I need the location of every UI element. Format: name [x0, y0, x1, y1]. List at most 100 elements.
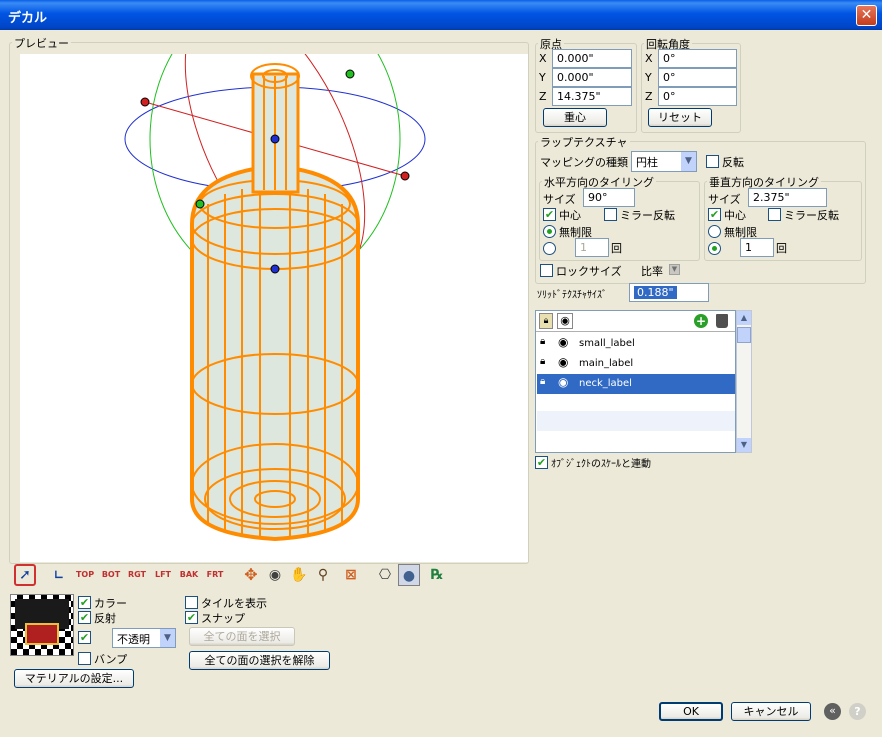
horizontal-count-field[interactable]: 1 [575, 238, 609, 257]
add-layer-icon[interactable]: + [694, 314, 708, 328]
view-front-button[interactable]: FRT [204, 564, 226, 586]
bump-checkbox[interactable] [78, 652, 91, 665]
vertical-center-checkbox[interactable]: ✔ [708, 208, 721, 221]
zoom-extents-icon[interactable]: ⊠ [340, 564, 362, 586]
preview-toolbar: ➚ ∟ TOP BOT RGT LFT BAK FRT ✥ ◉ ✋ ⚲ ⊠ ⎔ … [14, 564, 474, 588]
vertical-infinite-radio[interactable] [708, 225, 721, 238]
origin-x-field[interactable]: 0.000" [552, 49, 632, 68]
help-icon[interactable]: ? [849, 703, 866, 720]
lock-size-checkbox[interactable] [540, 264, 553, 277]
material-thumbnail[interactable] [10, 594, 74, 656]
horizontal-count-radio[interactable] [543, 242, 556, 255]
view-top-button[interactable]: TOP [74, 564, 96, 586]
color-label: カラー [94, 597, 127, 610]
scroll-down-icon[interactable]: ▼ [737, 438, 751, 452]
horizontal-mirror-checkbox[interactable] [604, 208, 617, 221]
axis-view-tool[interactable]: ∟ [48, 564, 70, 586]
look-eye-icon[interactable]: ◉ [264, 564, 286, 586]
select-arrow-tool[interactable]: ➚ [14, 564, 36, 586]
chevron-down-icon: ▼ [160, 629, 175, 647]
select-all-faces-button[interactable]: 全ての面を選択 [189, 627, 295, 646]
pan-hand-icon[interactable]: ✋ [288, 564, 310, 586]
rotation-y-label: Y [645, 71, 652, 84]
view-left-button[interactable]: LFT [152, 564, 174, 586]
rotation-x-field[interactable]: 0° [658, 49, 737, 68]
view-bottom-button[interactable]: BOT [100, 564, 122, 586]
view-back-button[interactable]: BAK [178, 564, 200, 586]
vertical-size-label: サイズ [708, 193, 741, 206]
solid-texture-size-label: ｿﾘｯﾄﾞﾃｸｽﾁｬｻｲｽﾞ [537, 290, 607, 301]
eye-icon[interactable]: ◉ [557, 313, 573, 329]
lock-icon[interactable]: 🔒︎ [540, 336, 545, 347]
horizontal-center-checkbox[interactable]: ✔ [543, 208, 556, 221]
reset-rotation-button[interactable]: リセット [648, 108, 712, 127]
vertical-count-radio[interactable] [708, 242, 721, 255]
origin-z-label: Z [539, 90, 547, 103]
lock-icon[interactable]: 🔒︎ [540, 356, 545, 367]
rotation-y-field[interactable]: 0° [658, 68, 737, 87]
shaded-sphere-icon[interactable]: ● [398, 564, 420, 586]
origin-y-field[interactable]: 0.000" [552, 68, 632, 87]
solid-texture-size-field[interactable]: 0.188" [629, 283, 709, 302]
view-right-button[interactable]: RGT [126, 564, 148, 586]
close-button[interactable]: ✕ [856, 5, 877, 26]
bottle-3d-preview [124, 54, 426, 542]
vertical-mirror-label: ミラー反転 [784, 209, 839, 222]
opacity-checkbox[interactable]: ✔ [78, 631, 91, 644]
origin-z-field[interactable]: 14.375" [552, 87, 632, 106]
zoom-magnifier-icon[interactable]: ⚲ [312, 564, 334, 586]
vertical-count-field[interactable]: 1 [740, 238, 774, 257]
wrap-texture-label: ラップテクスチャ [538, 134, 630, 150]
eye-icon[interactable]: ◉ [558, 335, 568, 349]
wireframe-icon[interactable]: ⎔ [374, 564, 396, 586]
lock-icon[interactable]: 🔒︎ [540, 376, 545, 387]
scroll-thumb[interactable] [737, 327, 751, 343]
layer-row-neck-label[interactable]: 🔒︎ ◉ neck_label [537, 374, 735, 394]
origin-x-label: X [539, 52, 547, 65]
eye-icon[interactable]: ◉ [558, 355, 568, 369]
horizontal-mirror-label: ミラー反転 [620, 209, 675, 222]
origin-y-label: Y [539, 71, 546, 84]
eye-icon[interactable]: ◉ [558, 375, 568, 389]
horizontal-count-suffix: 回 [611, 242, 622, 255]
trash-icon[interactable] [716, 314, 728, 328]
back-arrow-icon[interactable]: « [824, 703, 841, 720]
snap-label: スナップ [201, 612, 245, 625]
show-tiles-label: タイルを表示 [201, 597, 267, 610]
layer-row-small-label[interactable]: 🔒︎ ◉ small_label [537, 334, 735, 354]
vertical-mirror-checkbox[interactable] [768, 208, 781, 221]
mapping-type-label: マッピングの種類 [540, 156, 628, 169]
horizontal-infinite-radio[interactable] [543, 225, 556, 238]
reflect-label: 反射 [94, 612, 116, 625]
render-settings-icon[interactable]: ℞ [426, 564, 448, 586]
preview-viewport[interactable] [20, 54, 528, 562]
orbit-icon[interactable]: ✥ [240, 564, 262, 586]
layer-row-main-label[interactable]: 🔒︎ ◉ main_label [537, 354, 735, 374]
link-object-scale-checkbox[interactable]: ✔ [535, 456, 548, 469]
window-title: デカル [8, 11, 48, 26]
reflect-checkbox[interactable]: ✔ [78, 611, 91, 624]
rotation-z-field[interactable]: 0° [658, 87, 737, 106]
vertical-size-field[interactable]: 2.375" [748, 188, 827, 207]
horizontal-center-label: 中心 [559, 209, 581, 222]
snap-checkbox[interactable]: ✔ [185, 611, 198, 624]
layer-name: small_label [579, 338, 635, 349]
layer-list-header: 🔒︎ ◉ + [536, 311, 735, 332]
opacity-select[interactable]: 不透明 ▼ [112, 628, 176, 648]
vertical-center-label: 中心 [724, 209, 746, 222]
deselect-all-faces-button[interactable]: 全ての面の選択を解除 [189, 651, 330, 670]
show-tiles-checkbox[interactable] [185, 596, 198, 609]
ok-button[interactable]: OK [659, 702, 723, 721]
title-bar: デカル ✕ [0, 0, 882, 30]
flip-checkbox[interactable] [706, 155, 719, 168]
horizontal-size-field[interactable]: 90° [583, 188, 635, 207]
cancel-button[interactable]: キャンセル [731, 702, 811, 721]
color-checkbox[interactable]: ✔ [78, 596, 91, 609]
mapping-type-select[interactable]: 円柱 ▼ [631, 151, 697, 172]
ratio-dropdown-icon[interactable]: ▼ [669, 264, 680, 275]
lock-icon[interactable]: 🔒︎ [539, 313, 553, 329]
scroll-up-icon[interactable]: ▲ [737, 311, 751, 325]
layer-list-scrollbar[interactable]: ▲ ▼ [736, 310, 752, 453]
material-settings-button[interactable]: マテリアルの設定... [14, 669, 134, 688]
center-of-mass-button[interactable]: 重心 [543, 108, 607, 127]
